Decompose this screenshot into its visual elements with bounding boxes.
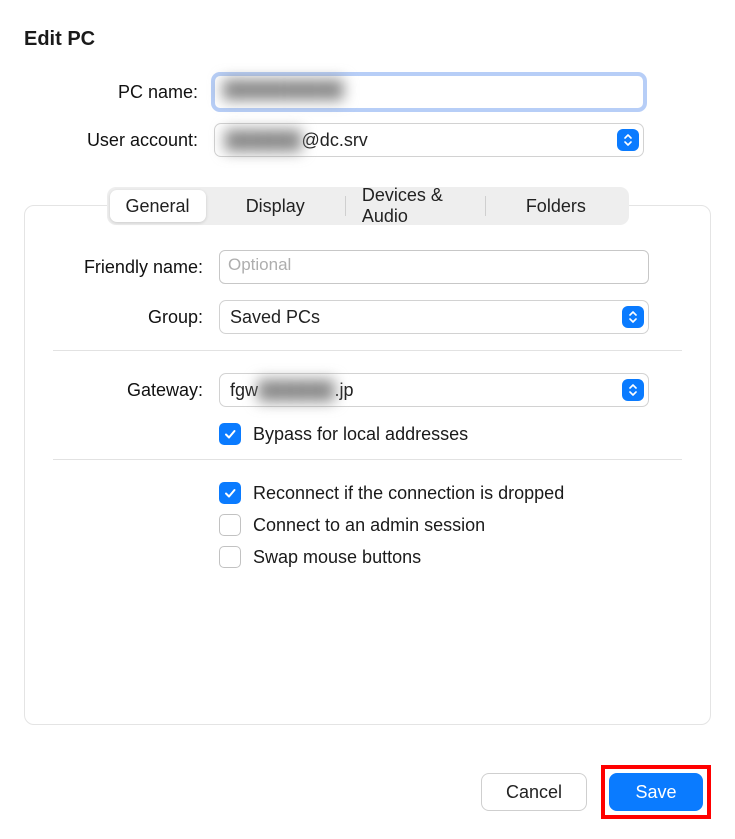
admin-checkbox[interactable] — [219, 514, 241, 536]
admin-label: Connect to an admin session — [253, 515, 485, 536]
user-account-label: User account: — [24, 130, 214, 151]
gateway-select[interactable]: fgw██████.jp — [219, 373, 649, 407]
group-value: Saved PCs — [230, 307, 320, 328]
bypass-checkbox[interactable] — [219, 423, 241, 445]
updown-icon — [622, 379, 644, 401]
pc-name-input[interactable]: ██████████ — [214, 75, 644, 109]
tab-general[interactable]: General — [110, 190, 206, 222]
divider — [53, 459, 682, 460]
check-icon — [223, 486, 237, 500]
updown-icon — [622, 306, 644, 328]
tab-bar: General Display Devices & Audio Folders — [107, 187, 629, 225]
tab-devices-audio[interactable]: Devices & Audio — [346, 190, 485, 222]
user-account-select[interactable]: ██████ @dc.srv — [214, 123, 644, 157]
check-icon — [223, 427, 237, 441]
bypass-label: Bypass for local addresses — [253, 424, 468, 445]
updown-icon — [617, 129, 639, 151]
friendly-name-label: Friendly name: — [53, 257, 219, 278]
friendly-name-placeholder: Optional — [228, 255, 291, 274]
reconnect-checkbox[interactable] — [219, 482, 241, 504]
group-label: Group: — [53, 307, 219, 328]
gateway-value-suffix: .jp — [335, 380, 354, 401]
tab-folders[interactable]: Folders — [486, 190, 625, 222]
pc-name-label: PC name: — [24, 82, 214, 103]
user-account-value-redacted: ██████ — [225, 130, 302, 151]
divider — [53, 350, 682, 351]
friendly-name-input[interactable]: Optional — [219, 250, 649, 284]
reconnect-label: Reconnect if the connection is dropped — [253, 483, 564, 504]
save-button[interactable]: Save — [609, 773, 703, 811]
cancel-button[interactable]: Cancel — [481, 773, 587, 811]
gateway-value-redacted: ██████ — [258, 380, 335, 401]
save-highlight-box: Save — [601, 765, 711, 819]
gateway-label: Gateway: — [53, 380, 219, 401]
pc-name-value: ██████████ — [223, 80, 343, 99]
swap-label: Swap mouse buttons — [253, 547, 421, 568]
tab-display[interactable]: Display — [206, 190, 345, 222]
user-account-value-suffix: @dc.srv — [302, 130, 368, 151]
group-select[interactable]: Saved PCs — [219, 300, 649, 334]
general-panel: Friendly name: Optional Group: Saved PCs — [24, 205, 711, 725]
gateway-value-prefix: fgw — [230, 380, 258, 401]
swap-checkbox[interactable] — [219, 546, 241, 568]
dialog-title: Edit PC — [24, 28, 711, 51]
